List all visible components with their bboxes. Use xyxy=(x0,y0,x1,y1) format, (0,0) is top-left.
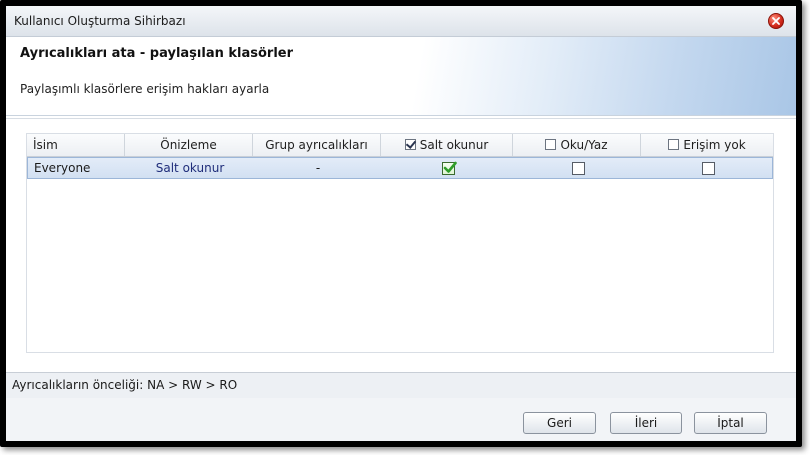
readonly-checkbox[interactable] xyxy=(441,161,457,175)
page-subtitle: Paylaşımlı klasörlere erişim hakları aya… xyxy=(20,82,270,96)
next-button[interactable]: İleri xyxy=(610,412,682,434)
column-label-readonly: Salt okunur xyxy=(419,138,489,152)
row-preview: Salt okunur xyxy=(155,161,225,175)
table-header: İsim Önizleme Grup ayrıcalıkları Salt ok… xyxy=(27,134,773,157)
column-label-group: Grup ayrıcalıkları xyxy=(265,138,368,152)
column-header-readonly[interactable]: Salt okunur xyxy=(381,134,513,156)
priority-note-text: Ayrıcalıkların önceliği: NA > RW > RO xyxy=(12,378,238,392)
column-header-readwrite[interactable]: Oku/Yaz xyxy=(513,134,641,156)
column-label-readwrite: Oku/Yaz xyxy=(560,138,608,152)
wizard-header: Ayrıcalıkları ata - paylaşılan klasörler… xyxy=(6,37,796,116)
column-label-preview: Önizleme xyxy=(160,138,217,152)
column-header-group[interactable]: Grup ayrıcalıkları xyxy=(253,134,381,156)
row-noaccess-cell xyxy=(642,158,774,178)
noaccess-checkbox[interactable] xyxy=(701,162,715,175)
window-title: Kullanıcı Oluşturma Sihirbazı xyxy=(14,14,186,28)
column-header-name[interactable]: İsim xyxy=(27,134,125,156)
back-button[interactable]: Geri xyxy=(523,412,596,434)
readwrite-all-checkbox[interactable] xyxy=(545,139,557,150)
column-header-preview[interactable]: Önizleme xyxy=(125,134,253,156)
readonly-all-checkbox[interactable] xyxy=(404,139,416,150)
priority-note: Ayrıcalıkların önceliği: NA > RW > RO xyxy=(6,372,796,399)
column-label-name: İsim xyxy=(33,138,58,152)
readwrite-checkbox[interactable] xyxy=(571,162,585,175)
cancel-button[interactable]: İptal xyxy=(694,412,767,434)
row-readonly-cell xyxy=(382,158,514,178)
divider xyxy=(6,118,796,119)
column-header-noaccess[interactable]: Erişim yok xyxy=(641,134,773,156)
column-label-noaccess: Erişim yok xyxy=(683,138,746,152)
permissions-table: İsim Önizleme Grup ayrıcalıkları Salt ok… xyxy=(26,133,774,353)
close-icon[interactable] xyxy=(768,13,784,29)
wizard-window: Kullanıcı Oluşturma Sihirbazı Ayrıcalıkl… xyxy=(6,6,796,441)
noaccess-all-checkbox[interactable] xyxy=(668,139,680,150)
row-readwrite-cell xyxy=(514,158,642,178)
title-bar: Kullanıcı Oluşturma Sihirbazı xyxy=(6,6,796,37)
page-title: Ayrıcalıkları ata - paylaşılan klasörler xyxy=(20,46,294,61)
row-group-privileges: - xyxy=(315,161,321,175)
table-row[interactable]: Everyone Salt okunur - xyxy=(27,157,773,179)
row-name: Everyone xyxy=(34,161,91,175)
